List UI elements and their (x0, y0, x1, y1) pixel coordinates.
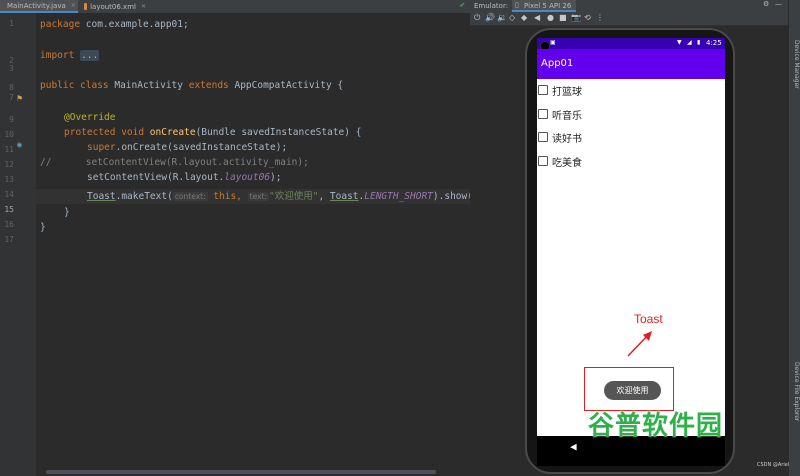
checkbox-icon (538, 132, 548, 142)
right-tool-strip: Device Manager Device File Explorer (788, 0, 800, 476)
emulator-label: Emulator: (474, 2, 509, 10)
line-number: 3 (9, 64, 14, 73)
emulator-toolbar: ⏻ 🔊 🔉 ◇ ◆ ◀ ● ■ 📷 ⟲ ⋮ (470, 12, 788, 26)
line-number: 16 (4, 220, 14, 229)
code-line-3: import ... (40, 50, 100, 61)
checkbox-icon (538, 85, 548, 95)
back-icon[interactable]: ◀ (534, 13, 540, 22)
snapshot-icon[interactable]: ⟲ (584, 13, 591, 22)
signal-icon: ◢ (687, 39, 692, 46)
code-line-1: package com.example.app01; (40, 19, 189, 30)
emulator-header: Emulator: ▯ Pixel 5 API 26 ⚙ — (470, 0, 788, 12)
line-number: 7 (9, 93, 14, 102)
minimize-icon[interactable]: — (775, 0, 782, 8)
camera-icon[interactable]: 📷 (571, 13, 581, 22)
tab-mainactivity[interactable]: MainActivity.java ✕ (0, 0, 78, 13)
line-number: 8 (9, 83, 14, 92)
wifi-icon: ▼ (677, 39, 682, 46)
checkbox-reading[interactable]: 读好书 (537, 127, 677, 147)
checkbox-music[interactable]: 听音乐 (537, 104, 677, 124)
volume-down-icon[interactable]: 🔉 (497, 13, 507, 22)
tab-label: layout06.xml (90, 2, 136, 11)
checkbox-basketball[interactable]: 打篮球 (537, 80, 677, 100)
checkbox-icon (538, 109, 548, 119)
rotate-left-icon[interactable]: ◇ (509, 13, 515, 22)
code-line-12: super.onCreate(savedInstanceState); (87, 142, 288, 153)
xml-file-icon (84, 3, 88, 10)
more-icon[interactable]: ⋮ (596, 13, 604, 22)
app-title: App01 (541, 58, 574, 69)
code-line-14: setContentView(R.layout.layout06); (87, 172, 282, 183)
home-icon[interactable]: ● (547, 13, 554, 22)
device-label: Pixel 5 API 26 (524, 2, 572, 10)
settings-icon[interactable]: ⚙ (763, 0, 769, 8)
close-icon[interactable]: ✕ (71, 2, 76, 9)
code-line-13: // setContentView(R.layout.activity_main… (40, 157, 309, 168)
line-gutter: 1 2 3 7 8 9 10 11 12 13 14 15 16 17 ⚑ ◉ … (0, 13, 55, 476)
rotate-right-icon[interactable]: ◆ (521, 13, 527, 22)
annotation-arrow (627, 331, 652, 357)
status-bar: ▣ ▼ ◢ ▮ 4:25 (537, 38, 725, 49)
code-line-10: @Override (64, 112, 116, 123)
power-icon[interactable]: ⏻ (474, 13, 480, 23)
back-nav-icon[interactable]: ◀ (570, 440, 577, 453)
code-line-17: } (40, 222, 46, 233)
run-class-icon[interactable]: ⚑ (17, 94, 22, 104)
credit-text: CSDN @Ariel (757, 462, 790, 468)
tool-device-file-explorer[interactable]: Device File Explorer (793, 362, 800, 421)
check-icon: ✔ (460, 0, 465, 9)
line-number: 15 (4, 205, 14, 214)
tab-layout06[interactable]: layout06.xml ✕ (80, 0, 150, 13)
horizontal-scrollbar[interactable] (46, 470, 436, 474)
code-line-11: protected void onCreate(Bundle savedInst… (64, 127, 362, 138)
overview-icon[interactable]: ■ (559, 13, 567, 22)
watermark-logo: 谷普软件园 (588, 411, 724, 441)
app-bar: App01 (537, 49, 725, 79)
battery-icon: ▮ (697, 39, 701, 46)
line-number: 12 (4, 160, 14, 169)
checkbox-food[interactable]: 吃美食 (537, 151, 677, 171)
fold-placeholder[interactable]: ... (80, 50, 100, 61)
line-number: 13 (4, 175, 14, 184)
line-number: 9 (9, 115, 14, 124)
tab-device[interactable]: ▯ Pixel 5 API 26 (512, 0, 576, 12)
code-line-16: } (64, 207, 70, 218)
line-number: 14 (4, 190, 14, 199)
phone-icon: ▯ (515, 1, 519, 9)
line-number: 11 (4, 145, 14, 154)
override-marker-icon[interactable]: ◉ (17, 140, 22, 149)
tool-device-manager[interactable]: Device Manager (793, 40, 800, 89)
line-number: 10 (4, 130, 14, 139)
volume-up-icon[interactable]: 🔊 (485, 13, 495, 22)
checkbox-icon (538, 156, 548, 166)
editor-tab-bar: MainActivity.java ✕ layout06.xml ✕ ✔ (0, 0, 470, 14)
code-line-15: Toast.makeText(context: this, text: "欢迎使用… (87, 191, 485, 202)
status-time: 4:25 (706, 39, 722, 47)
toast-annotation-label: Toast (634, 312, 663, 326)
notification-icon: ▣ (550, 39, 556, 46)
tab-label: MainActivity.java (7, 1, 66, 10)
toast-message: 欢迎使用 (604, 381, 661, 400)
code-line-8: public class MainActivity extends AppCom… (40, 80, 344, 91)
line-number: 17 (4, 235, 14, 244)
close-icon[interactable]: ✕ (141, 3, 146, 10)
line-number: 1 (9, 19, 14, 28)
